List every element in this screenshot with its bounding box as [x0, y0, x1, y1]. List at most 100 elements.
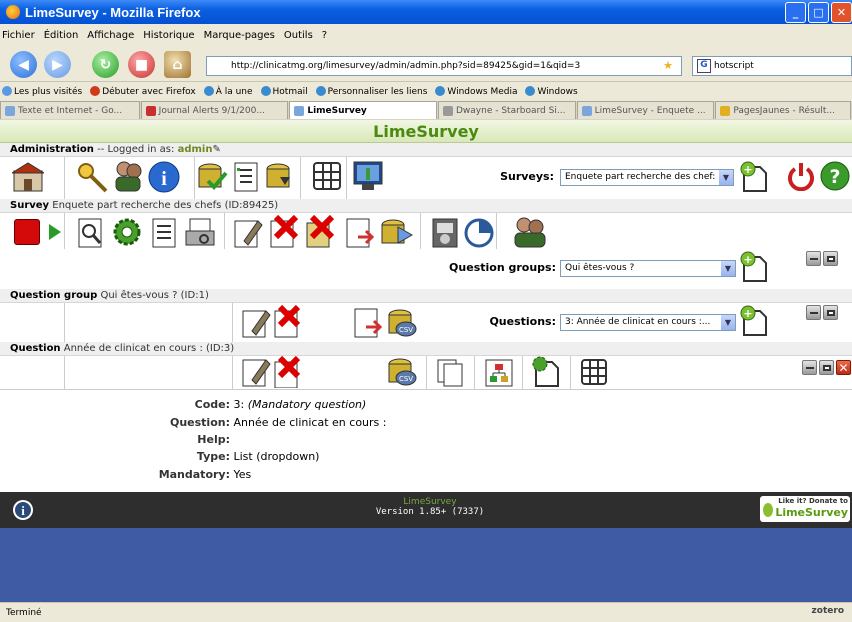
bookmark-les-plus-visites[interactable]: Les plus visités: [2, 86, 86, 97]
timer-statistics-icon[interactable]: [430, 217, 460, 249]
menu-outils[interactable]: Outils: [284, 30, 313, 41]
tab-dwayne[interactable]: Dwayne - Starboard Si...: [437, 101, 576, 119]
quotas-pie-icon[interactable]: [464, 217, 494, 249]
activate-survey-play-icon[interactable]: [48, 223, 62, 241]
edit-question-icon[interactable]: [240, 356, 272, 388]
bookmark-hotmail[interactable]: Hotmail: [260, 86, 312, 97]
add-question-icon[interactable]: +: [738, 305, 768, 337]
url-bar[interactable]: http://clinicatmg.org/limesurvey/admin/a…: [206, 56, 682, 76]
menu-historique[interactable]: Historique: [143, 30, 194, 41]
tab-texte-internet[interactable]: Texte et Internet - Go...: [0, 101, 140, 119]
firefox-icon: [6, 5, 20, 19]
preview-survey-icon[interactable]: [76, 217, 106, 249]
survey-settings-gear-icon[interactable]: [112, 217, 142, 247]
survey-document-icon[interactable]: [150, 217, 178, 249]
edit-pencil-icon[interactable]: ✎: [212, 144, 220, 155]
edit-group-icon[interactable]: [240, 307, 272, 339]
survey-inactive-icon[interactable]: [14, 219, 40, 245]
logout-power-icon[interactable]: [786, 161, 816, 191]
default-admin-home-icon[interactable]: [12, 161, 44, 193]
tab-journal-alerts[interactable]: Journal Alerts 9/1/200...: [140, 101, 289, 119]
svg-text:?: ?: [829, 166, 840, 188]
import-export-icon[interactable]: [380, 217, 414, 249]
admin-username: admin: [177, 144, 213, 155]
admin-label: Administration: [10, 144, 94, 155]
surveys-label: Surveys:: [500, 170, 554, 183]
check-integrity-icon[interactable]: [196, 161, 228, 193]
print-survey-icon[interactable]: [184, 217, 216, 249]
minimize-window-button[interactable]: _: [785, 2, 806, 23]
question-grid-icon[interactable]: [580, 358, 610, 388]
answer-options-icon[interactable]: [530, 356, 560, 388]
bookmark-windows[interactable]: Windows: [525, 86, 581, 97]
question-details: Code: 3: (Mandatory question) Question: …: [0, 390, 852, 492]
export-survey-structure-icon[interactable]: [344, 217, 376, 249]
reload-icon[interactable]: ↻: [92, 51, 119, 78]
tab-pagesjaunes[interactable]: PagesJaunes - Résult...: [715, 101, 852, 119]
export-group-csv-icon[interactable]: CSV: [386, 307, 418, 339]
backup-database-sql-icon[interactable]: [264, 161, 296, 193]
question-group-label: Question group: [10, 290, 98, 301]
maximize-group-panel-button[interactable]: [823, 305, 838, 320]
delete-responses-icon[interactable]: [304, 215, 336, 249]
export-question-csv-icon[interactable]: CSV: [386, 356, 418, 388]
edit-survey-icon[interactable]: [232, 217, 264, 249]
bookmark-debuter-firefox[interactable]: Débuter avec Firefox: [90, 86, 200, 97]
menu-help[interactable]: ?: [322, 30, 327, 41]
logged-in-text: -- Logged in as:: [97, 144, 175, 155]
tokens-users-icon[interactable]: [512, 215, 548, 249]
close-question-panel-button[interactable]: ✕: [836, 360, 851, 375]
document-checklist-icon[interactable]: [232, 161, 262, 193]
maximize-survey-panel-button[interactable]: [823, 251, 838, 266]
information-icon[interactable]: i: [148, 161, 180, 193]
svg-text:CSV: CSV: [399, 375, 413, 383]
menu-edition[interactable]: Édition: [44, 30, 79, 41]
zotero-icon[interactable]: zotero: [812, 606, 844, 616]
menu-fichier[interactable]: Fichier: [2, 30, 35, 41]
svg-text:+: +: [743, 253, 752, 266]
bookmark-personnaliser[interactable]: Personnaliser les liens: [315, 86, 432, 97]
stop-icon[interactable]: ■: [128, 51, 155, 78]
template-editor-icon[interactable]: [352, 160, 384, 192]
user-groups-icon[interactable]: [112, 159, 144, 193]
label-sets-grid-icon[interactable]: [312, 161, 342, 191]
add-survey-icon[interactable]: +: [738, 161, 768, 193]
surveys-dropdown[interactable]: Enquete part recherche des chef: ▼: [560, 169, 734, 186]
delete-survey-icon[interactable]: [268, 215, 300, 249]
copy-question-icon[interactable]: [436, 358, 466, 388]
home-icon[interactable]: ⌂: [164, 51, 191, 78]
footer-version: Version 1.85+ (7337): [375, 507, 485, 517]
forward-icon[interactable]: ▶: [44, 51, 71, 78]
question-groups-label: Question groups:: [449, 261, 556, 274]
bookmark-star-icon[interactable]: ★: [663, 59, 673, 72]
menu-marque-pages[interactable]: Marque-pages: [204, 30, 275, 41]
maximize-window-button[interactable]: □: [808, 2, 829, 23]
minimize-question-panel-button[interactable]: [802, 360, 817, 375]
question-groups-dropdown[interactable]: Qui êtes-vous ? ▼: [560, 260, 736, 277]
minimize-group-panel-button[interactable]: [806, 305, 821, 320]
conditions-icon[interactable]: [484, 358, 514, 388]
add-question-group-icon[interactable]: +: [738, 251, 768, 283]
group-panel-controls: [806, 305, 838, 320]
question-header: Question Année de clinicat en cours : (I…: [0, 342, 852, 356]
tab-limesurvey[interactable]: LimeSurvey: [289, 101, 437, 119]
delete-group-icon[interactable]: [272, 305, 302, 339]
delete-question-icon[interactable]: [272, 356, 302, 388]
bookmark-windows-media[interactable]: Windows Media: [435, 86, 521, 97]
menu-affichage[interactable]: Affichage: [87, 30, 134, 41]
search-box[interactable]: G hotscript: [692, 56, 852, 76]
window-title: LimeSurvey - Mozilla Firefox: [25, 4, 201, 20]
minimize-survey-panel-button[interactable]: [806, 251, 821, 266]
back-icon[interactable]: ◀: [10, 51, 37, 78]
close-window-button[interactable]: ✕: [831, 2, 852, 23]
donate-button[interactable]: Like it? Donate to LimeSurvey: [760, 496, 850, 522]
export-group-icon[interactable]: [352, 307, 384, 339]
tab-limesurvey-enquete[interactable]: LimeSurvey - Enquete ...: [576, 101, 715, 119]
bookmark-a-la-une[interactable]: À la une: [203, 86, 257, 97]
keys-icon[interactable]: [76, 161, 110, 193]
questions-dropdown[interactable]: 3: Année de clinicat en cours :... ▼: [560, 314, 736, 331]
survey-label: Survey: [10, 200, 50, 211]
footer-info-icon[interactable]: i: [12, 499, 34, 521]
maximize-question-panel-button[interactable]: [819, 360, 834, 375]
help-icon[interactable]: ?: [820, 161, 850, 191]
